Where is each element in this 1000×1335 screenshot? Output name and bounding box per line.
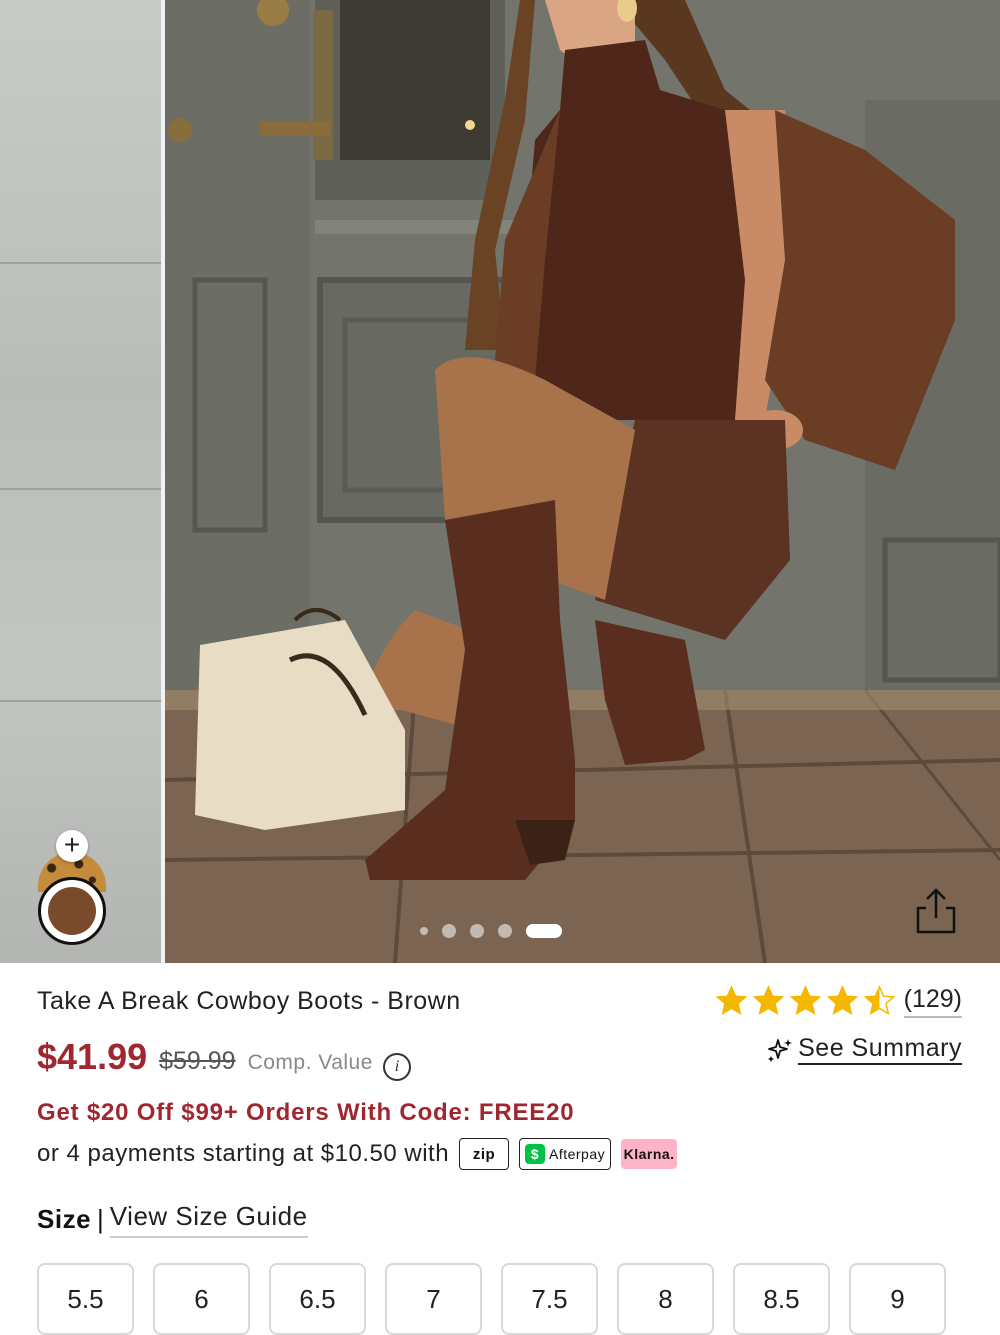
size-header: Size | View Size Guide [37, 1201, 308, 1238]
see-summary-label[interactable]: See Summary [798, 1034, 962, 1065]
installment-payments: or 4 payments starting at $10.50 with zi… [37, 1138, 678, 1170]
product-photo [165, 0, 1000, 963]
size-option[interactable]: 8.5 [733, 1263, 830, 1335]
carousel-dot[interactable] [420, 927, 428, 935]
rating-summary[interactable]: (129) [715, 985, 962, 1018]
compare-value-label: Comp. Value [247, 1051, 373, 1074]
sparkle-icon [768, 1038, 793, 1062]
size-option[interactable]: 9 [849, 1263, 946, 1335]
star-rating [715, 985, 896, 1018]
sale-price: $41.99 [37, 1036, 148, 1077]
carousel-dot[interactable] [442, 924, 456, 938]
size-option[interactable]: 6.5 [269, 1263, 366, 1335]
size-option[interactable]: 7.5 [501, 1263, 598, 1335]
product-image-gallery[interactable]: + [0, 0, 1000, 963]
star-icon [752, 985, 784, 1016]
see-summary-link[interactable]: See Summary [766, 1034, 962, 1065]
size-option[interactable]: 5.5 [37, 1263, 134, 1335]
size-separator: | [97, 1204, 104, 1234]
size-option[interactable]: 7 [385, 1263, 482, 1335]
dollar-icon: $ [524, 1144, 545, 1164]
carousel-dot[interactable] [470, 924, 484, 938]
klarna-badge[interactable]: Klarna. [621, 1139, 678, 1169]
swatch-brown-fill [48, 887, 96, 935]
size-option[interactable]: 6 [153, 1263, 250, 1335]
afterpay-label: Afterpay [548, 1146, 606, 1162]
product-title: Take A Break Cowboy Boots - Brown [37, 987, 461, 1015]
previous-slide-preview[interactable] [0, 0, 161, 963]
star-icon [826, 985, 858, 1016]
swatch-brown-selected[interactable] [38, 877, 106, 945]
size-option[interactable]: 8 [617, 1263, 714, 1335]
review-count[interactable]: (129) [903, 985, 962, 1018]
size-options: 5.5 6 6.5 7 7.5 8 8.5 9 [37, 1263, 946, 1335]
share-icon[interactable] [912, 886, 960, 938]
price-row: $41.99 $59.99 Comp. Value i [37, 1036, 411, 1081]
star-icon [789, 985, 821, 1016]
star-icon [863, 985, 895, 1016]
size-label: Size [37, 1204, 92, 1234]
carousel-dot-active[interactable] [526, 924, 562, 938]
compare-price: $59.99 [159, 1047, 236, 1075]
info-icon[interactable]: i [382, 1053, 411, 1081]
star-icon [715, 985, 747, 1016]
carousel-dot[interactable] [498, 924, 512, 938]
installment-text: or 4 payments starting at $10.50 with [37, 1140, 450, 1167]
carousel-indicator [420, 924, 562, 938]
zip-badge[interactable]: zip [459, 1138, 510, 1170]
add-swatch-button[interactable]: + [56, 830, 88, 862]
promo-code-banner: Get $20 Off $99+ Orders With Code: FREE2… [37, 1099, 575, 1126]
afterpay-badge[interactable]: $ Afterpay [519, 1138, 612, 1170]
size-guide-link[interactable]: View Size Guide [109, 1201, 308, 1238]
